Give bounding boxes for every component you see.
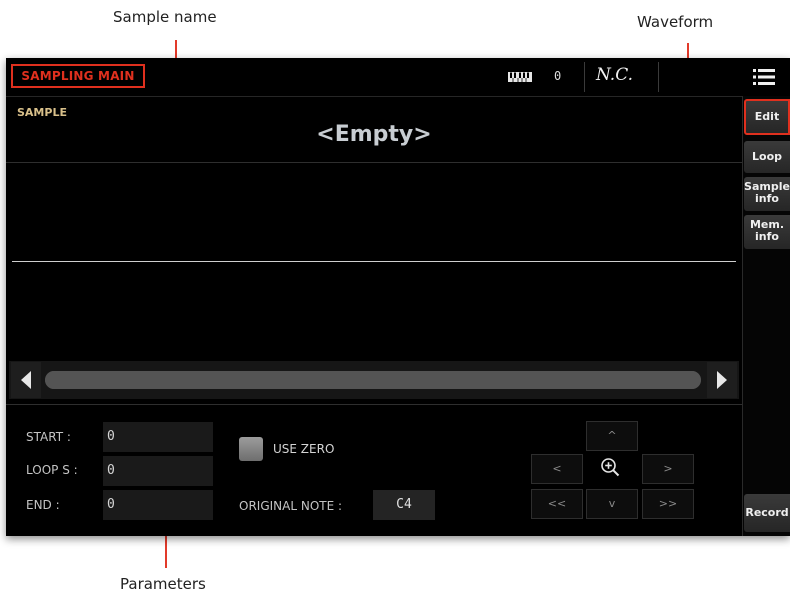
tab-edit[interactable]: Edit xyxy=(744,99,790,135)
scroll-track[interactable] xyxy=(45,371,701,389)
tab-sample-info-line2: info xyxy=(755,192,779,205)
header-divider xyxy=(658,62,659,92)
tab-record[interactable]: Record xyxy=(744,494,790,532)
scroll-left-arrow-icon xyxy=(21,371,31,389)
end-label: END : xyxy=(26,498,60,512)
keyboard-icon xyxy=(508,72,532,82)
waveform-display[interactable] xyxy=(12,163,736,358)
use-zero-checkbox[interactable] xyxy=(239,437,263,461)
scroll-left-button[interactable] xyxy=(11,362,41,398)
callout-sample-name: Sample name xyxy=(113,8,217,26)
scroll-thumb[interactable] xyxy=(45,371,701,389)
start-label: START : xyxy=(26,430,71,444)
nav-up-button[interactable]: ^ xyxy=(586,421,638,451)
page-title[interactable]: SAMPLING MAIN xyxy=(11,64,145,88)
nav-right-button[interactable]: > xyxy=(642,454,694,484)
page-left-button[interactable]: << xyxy=(531,489,583,519)
zoom-in-icon[interactable] xyxy=(600,457,620,477)
hamburger-menu-icon[interactable] xyxy=(753,68,775,86)
original-note-label: ORIGINAL NOTE : xyxy=(239,499,343,513)
start-field[interactable]: 0 xyxy=(103,422,213,452)
sample-label: SAMPLE xyxy=(17,106,67,119)
nav-left-button[interactable]: < xyxy=(531,454,583,484)
use-zero-label: USE ZERO xyxy=(273,442,335,456)
callout-line-parameters xyxy=(165,532,167,568)
keyboard-octave-value: 0 xyxy=(554,69,562,83)
tab-mem-info[interactable]: Mem. info xyxy=(744,215,790,249)
end-field[interactable]: 0 xyxy=(103,490,213,520)
scroll-right-arrow-icon xyxy=(717,371,727,389)
page-right-button[interactable]: >> xyxy=(642,489,694,519)
divider xyxy=(6,404,742,405)
tab-sample-info[interactable]: Sample info xyxy=(744,177,790,211)
waveform-scrollbar[interactable] xyxy=(9,361,739,399)
callout-parameters: Parameters xyxy=(120,575,206,593)
callout-waveform: Waveform xyxy=(637,13,714,31)
original-note-field[interactable]: C4 xyxy=(373,490,435,520)
tab-loop[interactable]: Loop xyxy=(744,141,790,173)
scroll-right-button[interactable] xyxy=(707,362,737,398)
loop-start-field[interactable]: 0 xyxy=(103,456,213,486)
nav-down-button[interactable]: v xyxy=(586,489,638,519)
chord-display: N.C. xyxy=(596,65,633,85)
waveform-center-line xyxy=(12,261,736,262)
device-screen: SAMPLING MAIN 0 N.C. SAMPLE <Empty> STAR… xyxy=(6,58,790,536)
sample-name[interactable]: <Empty> xyxy=(6,122,742,147)
header-bar: SAMPLING MAIN 0 N.C. xyxy=(6,58,790,97)
sidebar: Edit Loop Sample info Mem. info Record xyxy=(742,96,790,536)
loop-start-label: LOOP S : xyxy=(26,463,78,477)
tab-mem-info-line2: info xyxy=(755,230,779,243)
header-divider xyxy=(584,62,585,92)
